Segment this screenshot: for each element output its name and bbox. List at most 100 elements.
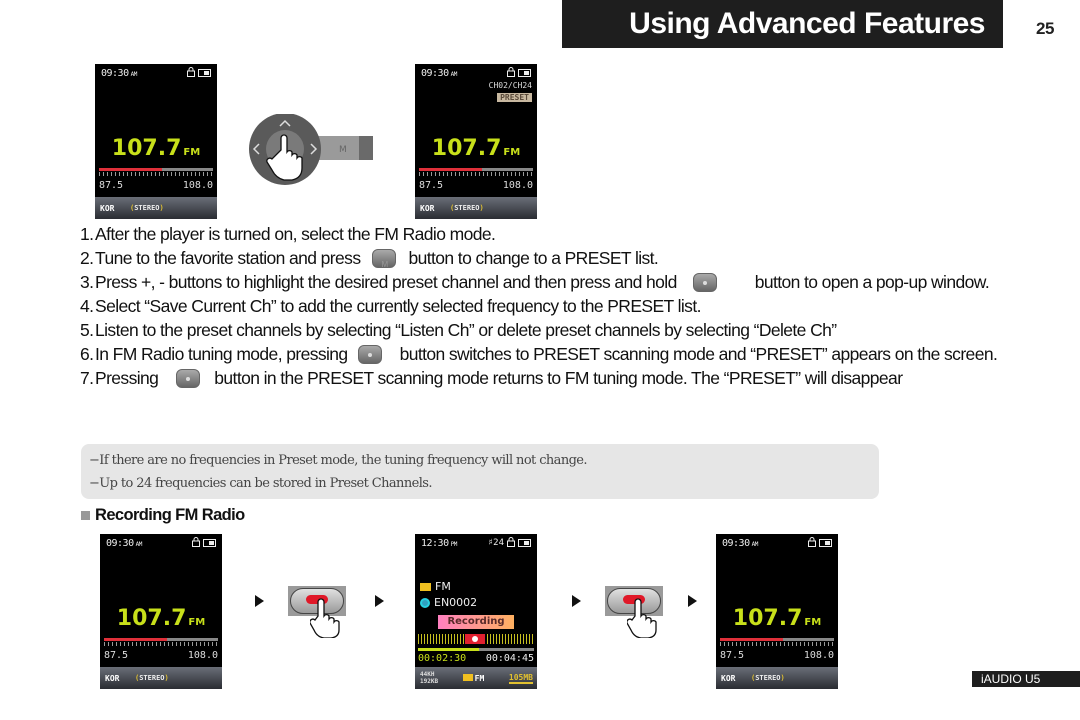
range-min: 87.5 — [99, 180, 124, 191]
clock-ampm: PM — [450, 541, 458, 548]
step-text-after: button in the PRESET scanning mode retur… — [214, 368, 903, 388]
step-text-after: button to open a pop-up window. — [754, 272, 990, 292]
band-label: FM — [188, 617, 206, 628]
range-min: 87.5 — [720, 650, 745, 661]
step-text: After the player is turned on, select th… — [95, 224, 496, 244]
clock: 09:30 AM — [101, 68, 137, 79]
note-line: −Up to 24 frequencies can be stored in P… — [89, 476, 432, 491]
step-text-before: Pressing — [95, 368, 159, 388]
tuning-fill — [99, 168, 162, 171]
clock-time: 09:30 — [106, 538, 134, 549]
navigation-dial-illustration: M — [249, 114, 373, 185]
recording-file-icon — [420, 597, 430, 608]
step-number: 4. — [80, 296, 94, 316]
frequency-display: 107.7 FM — [716, 606, 838, 631]
band-label: FM — [503, 147, 521, 158]
tuning-bar — [720, 638, 834, 641]
step-text-before: In FM Radio tuning mode, pressing — [95, 344, 348, 364]
range-min: 87.5 — [419, 180, 444, 191]
m-button-label: M — [339, 145, 347, 155]
lock-icon — [507, 67, 515, 77]
step-item: 4. Select “Save Current Ch” to add the cu… — [80, 294, 1010, 318]
page-number: 25 — [1036, 19, 1054, 38]
band-label: FM — [183, 147, 201, 158]
battery-icon — [518, 539, 531, 547]
lock-icon — [507, 537, 515, 547]
file-name: EN0002 — [434, 596, 478, 609]
step-number: 2. — [80, 248, 94, 268]
clock: 12:30 PM — [421, 538, 457, 549]
pointing-hand-icon — [310, 598, 340, 638]
screen-status-bar: KOR (STEREO) — [95, 197, 217, 219]
screen-status-bar: KOR (STEREO) — [415, 197, 537, 219]
region-label: KOR — [100, 203, 115, 213]
step-number: 5. — [80, 320, 94, 340]
step-text: Pressing button in the PRESET scanning mo… — [95, 366, 1010, 390]
preset-badge: PRESET — [497, 93, 532, 102]
region-label: KOR — [420, 203, 435, 213]
clock-time: 09:30 — [722, 538, 750, 549]
tuning-fill — [720, 638, 783, 641]
clock-time: 09:30 — [101, 68, 129, 79]
step-text: Press +, - buttons to highlight the desi… — [95, 270, 1010, 294]
page-title: Using Advanced Features — [629, 7, 985, 40]
fm-recording-screen: 12:30 PM ♯24 FM EN0002 Recording 00:02:30… — [415, 534, 537, 689]
folder-row: FM — [420, 580, 451, 593]
step-number: 7. — [80, 368, 94, 388]
frequency-display: 107.7 FM — [100, 606, 222, 631]
step-item: 6. In FM Radio tuning mode, pressing butto… — [80, 342, 1010, 366]
step-item: 1. After the player is turned on, select … — [80, 222, 1010, 246]
step-number: 6. — [80, 344, 94, 364]
model-badge: iAUDIO U5 — [972, 671, 1080, 687]
clock: 09:30 AM — [421, 68, 457, 79]
section-heading: Recording FM Radio — [81, 506, 245, 525]
section-title: Recording FM Radio — [95, 506, 245, 524]
radio-icon — [462, 673, 473, 681]
frequency-value: 107.7 — [732, 606, 803, 631]
stereo-indicator: (STEREO) — [130, 204, 164, 212]
step-text: Tune to the favorite station and press bu… — [95, 246, 1010, 277]
bullet-square-icon — [81, 511, 90, 520]
arrow-right-icon — [572, 595, 581, 607]
note-line: −If there are no frequencies in Preset m… — [89, 453, 588, 468]
stereo-label: STEREO — [755, 674, 781, 682]
tuning-ticks — [104, 642, 218, 646]
clock-ampm: AM — [751, 541, 759, 548]
lock-icon — [192, 537, 200, 547]
frequency-display: 107.7 FM — [95, 136, 217, 161]
instruction-steps: 1. After the player is turned on, select … — [80, 222, 1010, 390]
step-number: 3. — [80, 272, 94, 292]
stereo-indicator: (STEREO) — [751, 674, 785, 682]
stereo-label: STEREO — [134, 204, 160, 212]
frequency-display: 107.7 FM — [415, 136, 537, 161]
screen-status-bar: KOR (STEREO) — [100, 667, 222, 689]
stereo-label: STEREO — [139, 674, 165, 682]
step-item: 2. Tune to the favorite station and press… — [80, 246, 1010, 277]
clock-time: 12:30 — [421, 538, 449, 549]
source-indicator: FM — [462, 673, 484, 683]
clock-ampm: AM — [130, 71, 138, 78]
clock-ampm: AM — [135, 541, 143, 548]
memory-indicator: 105MB — [508, 672, 533, 684]
sample-rate: 44KH — [420, 671, 435, 678]
stereo-indicator: (STEREO) — [135, 674, 169, 682]
step-text-before: Tune to the favorite station and press — [95, 248, 361, 268]
step-item: 7. Pressing button in the PRESET scanning … — [80, 366, 1010, 390]
m-button-bar-end — [359, 136, 373, 160]
step-text: In FM Radio tuning mode, pressing button … — [95, 342, 1010, 366]
step-text: Listen to the preset channels by selecti… — [95, 320, 837, 340]
arrow-right-icon — [255, 595, 264, 607]
recording-progress-bar — [418, 648, 534, 651]
step-number: 1. — [80, 224, 94, 244]
file-row: EN0002 — [420, 596, 477, 609]
clock: 09:30 AM — [106, 538, 142, 549]
step-text-after: button to change to a PRESET list. — [408, 248, 659, 268]
range-max: 108.0 — [803, 650, 834, 661]
bitrate: 192KB — [420, 678, 439, 685]
battery-icon — [198, 69, 211, 77]
note-box: −If there are no frequencies in Preset m… — [81, 444, 879, 499]
battery-icon — [203, 539, 216, 547]
center-button-icon — [692, 272, 717, 292]
tuning-bar — [99, 168, 213, 171]
total-time: 00:04:45 — [485, 653, 534, 664]
